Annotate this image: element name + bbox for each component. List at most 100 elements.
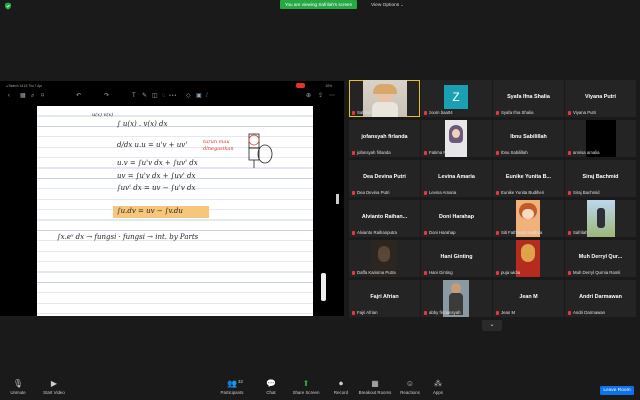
muted-microphone-icon: [568, 310, 571, 315]
participant-name-label: Dea Devina Putri: [352, 190, 389, 195]
leave-room-button[interactable]: Leave Room: [600, 386, 634, 395]
participant-tile[interactable]: Siraj Bachmid Siraj Bachmid: [565, 160, 636, 197]
add-page-icon[interactable]: ⊕: [306, 91, 311, 101]
participant-display-name: Jean M: [519, 294, 538, 300]
lasso-tool-icon[interactable]: ◌: [162, 91, 166, 101]
view-options-menu[interactable]: View Options⌄: [371, 1, 404, 9]
muted-microphone-icon: [352, 110, 355, 115]
participant-display-name: Muh Derryl Qur...: [578, 254, 623, 260]
participant-tile[interactable]: Siti Fathimah Nadhira: [493, 200, 564, 237]
ipad-status-bar: ◂ Search 14.15 Thu 7 Apr: [6, 84, 43, 88]
participant-display-name: Dea Devina Putri: [363, 174, 406, 180]
participant-display-name: Alvianto Raihan...: [361, 214, 408, 220]
note-annotation-2: dinegasikan: [203, 146, 234, 152]
participant-tile[interactable]: Muh Derryl Qur... Muh Derryl Qurnia Ramli: [565, 240, 636, 277]
participant-tile[interactable]: Jean M Jean M: [493, 280, 564, 317]
participant-display-name: jofansyah firlanda: [361, 134, 408, 140]
participant-tile[interactable]: puja widia: [493, 240, 564, 277]
breakout-rooms-label: Breakout Rooms: [358, 390, 392, 395]
participant-name-label: puja widia: [496, 270, 520, 275]
participant-tile[interactable]: Syafa Ifna Shalia Syafa Ifna Shalia: [493, 80, 564, 117]
record-button[interactable]: ⏺ Record: [330, 378, 352, 395]
participant-tile[interactable]: Fatima Nazril: [421, 120, 492, 157]
page-scroller[interactable]: [321, 273, 326, 301]
notes-toolbar: ‹ ▦ ⌕ ⌑ ↶ ↷ T ✎ ◫ ◌ ••• ◇ ▣ / ⊕ ⇪ ⋯: [6, 91, 336, 101]
participant-tile[interactable]: Ibnu Sabilillah Ibnu Sabilillah: [493, 120, 564, 157]
share-icon[interactable]: ⇪: [318, 91, 323, 101]
shared-scrollbar[interactable]: [336, 194, 339, 204]
share-screen-button[interactable]: ⬆ Share Screen: [290, 378, 322, 395]
participant-name-label: annisa amalia: [568, 150, 600, 155]
bookmark-icon[interactable]: ⌑: [41, 91, 44, 101]
participants-button[interactable]: 👥 Participants: [216, 378, 248, 395]
participant-name-label: Eunike Yunita Budiheri: [496, 190, 544, 195]
participant-name-label: Ibnu Sabilillah: [496, 150, 528, 155]
chevron-down-icon: ⌄: [489, 322, 495, 328]
unmute-button[interactable]: 🎙 Unmute: [3, 378, 33, 395]
participant-tile[interactable]: Hani Ginting Hani Ginting: [421, 240, 492, 277]
muted-microphone-icon: [568, 230, 571, 235]
muted-microphone-icon: [424, 270, 427, 275]
participant-name-label: Safrilah: [568, 230, 588, 235]
apps-button[interactable]: ⁂ Apps: [428, 378, 448, 395]
note-line-3: d/dx u.u = u'v + uv': [117, 141, 188, 149]
reactions-label: Reactions: [400, 390, 420, 395]
participant-tile[interactable]: Safrilah: [565, 200, 636, 237]
meeting-controls: 🎙 Unmute ▶ Start Video 👥 Participants 32…: [0, 378, 640, 400]
participant-display-name: Ibnu Sabilillah: [510, 134, 547, 140]
participant-tile[interactable]: Daffa Karisma Putra: [349, 240, 420, 277]
text-tool-icon[interactable]: T: [132, 91, 136, 101]
note-line-5: uv = ∫u'v dx + ∫uv' dx: [117, 172, 196, 180]
participant-tile[interactable]: abby firmansyah: [421, 280, 492, 317]
participant-tile[interactable]: Andri Darmawan Andri Darmawan: [565, 280, 636, 317]
participant-tile[interactable]: Alvianto Raihan... Alvianto Raihanputra: [349, 200, 420, 237]
participant-display-name: Eunike Yunita B...: [505, 174, 552, 180]
participant-display-name: Levina Amaria: [438, 174, 475, 180]
participant-tile[interactable]: Levina Amaria Levina Amaria: [421, 160, 492, 197]
participant-name-label: Syafa Ifna Shalia: [496, 110, 534, 115]
undo-icon[interactable]: ↶: [76, 91, 81, 101]
muted-microphone-icon: [424, 230, 427, 235]
participant-tile[interactable]: Viyana Putri Viyana Putri: [565, 80, 636, 117]
chat-label: Chat: [266, 390, 276, 395]
reactions-button[interactable]: ☺ Reactions: [397, 378, 423, 395]
reactions-icon: ☺: [405, 379, 415, 388]
top-bar: You are viewing Safrilah's screen View O…: [0, 0, 640, 12]
shapes-tool-icon[interactable]: ◇: [186, 91, 191, 101]
back-icon[interactable]: ‹: [8, 91, 10, 101]
eraser-tool-icon[interactable]: ◫: [152, 91, 158, 101]
participant-tile[interactable]: jofansyah firlanda jofansyah firlanda: [349, 120, 420, 157]
gallery-next-page-button[interactable]: ⌄: [482, 320, 502, 331]
participant-tile[interactable]: Eunike Yunita B... Eunike Yunita Budiheri: [493, 160, 564, 197]
highlighter-tool-icon[interactable]: /: [206, 91, 208, 101]
muted-microphone-icon: [568, 150, 571, 155]
shield-icon[interactable]: [4, 2, 12, 10]
participant-tile[interactable]: Dea Devina Putri Dea Devina Putri: [349, 160, 420, 197]
participants-label: Participants: [220, 390, 244, 395]
participant-tile[interactable]: Safrilah: [349, 80, 420, 117]
unmute-label: Unmute: [10, 390, 26, 395]
record-icon: ⏺: [339, 379, 343, 388]
muted-microphone-icon: [568, 110, 571, 115]
participant-display-name: Siraj Bachmid: [582, 174, 619, 180]
search-icon[interactable]: ⌕: [31, 91, 34, 101]
chat-button[interactable]: 💬 Chat: [261, 378, 281, 395]
image-tool-icon[interactable]: ▣: [196, 91, 202, 101]
participant-name-label: Alvianto Raihanputra: [352, 230, 397, 235]
more-dots-icon[interactable]: •••: [169, 93, 177, 99]
participant-tile[interactable]: Zzoom baa04: [421, 80, 492, 117]
more-options-icon[interactable]: ⋯: [329, 91, 335, 101]
participant-tile[interactable]: Doni Harahap Doni Harahap: [421, 200, 492, 237]
breakout-rooms-button[interactable]: ▦ Breakout Rooms: [356, 378, 394, 395]
derivative-diagram: [248, 133, 273, 168]
pen-tool-icon[interactable]: ✎: [142, 91, 147, 101]
muted-microphone-icon: [424, 110, 427, 115]
start-video-button[interactable]: ▶ Start Video: [37, 378, 71, 395]
redo-icon[interactable]: ↷: [104, 91, 109, 101]
participant-tile[interactable]: Fajri Afrian Fajri Afrian: [349, 280, 420, 317]
muted-microphone-icon: [424, 310, 427, 315]
participant-display-name: Andri Darmawan: [579, 294, 622, 300]
grid-icon[interactable]: ▦: [20, 91, 26, 101]
chat-icon: 💬: [266, 379, 276, 388]
participant-tile[interactable]: annisa amalia: [565, 120, 636, 157]
